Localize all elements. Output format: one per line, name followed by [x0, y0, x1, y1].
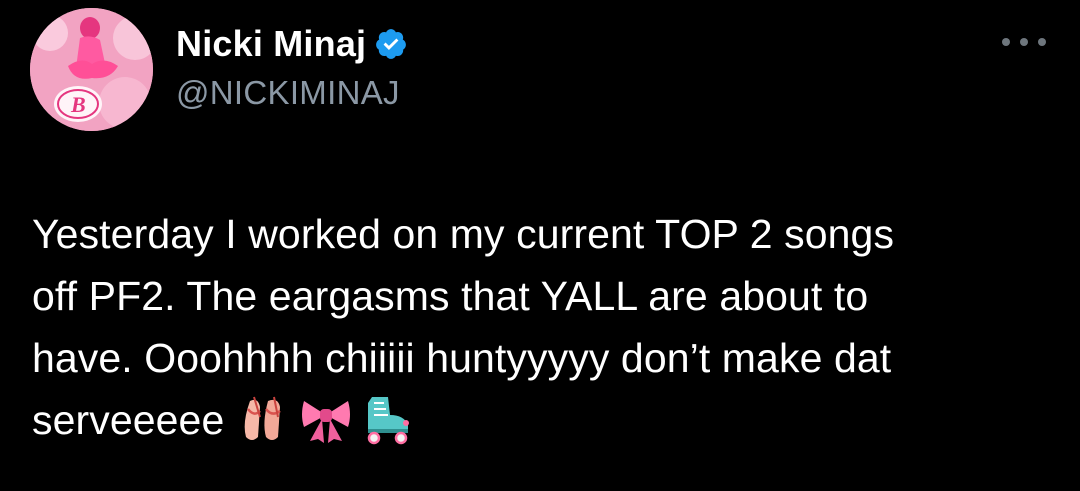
user-handle[interactable]: @NICKIMINAJ — [176, 74, 400, 112]
avatar[interactable]: B — [30, 8, 153, 131]
name-row: Nicki Minaj — [176, 22, 408, 66]
tweet-line: have. Ooohhhh chiiiii huntyyyyy don’t ma… — [32, 335, 892, 381]
more-dot — [1002, 38, 1010, 46]
roller-skate-emoji-icon — [368, 397, 410, 445]
tweet-line-last: serveeeee — [32, 389, 1052, 451]
tweet-line: off PF2. The eargasms that YALL are abou… — [32, 273, 869, 319]
ballet-shoes-emoji-icon — [245, 396, 282, 441]
more-dot — [1020, 38, 1028, 46]
more-dot — [1038, 38, 1046, 46]
ribbon-emoji-icon — [302, 401, 351, 444]
tweet-line: serveeeee — [32, 397, 225, 443]
verified-badge-icon — [376, 29, 407, 59]
tweet-card: B Nicki Minaj @NICKIMINAJ Yesterday I wo… — [0, 0, 1080, 491]
svg-text:B: B — [70, 92, 86, 117]
tweet-line: Yesterday I worked on my current TOP 2 s… — [32, 211, 895, 257]
barbie-avatar-icon: B — [30, 8, 153, 131]
more-options-icon[interactable] — [1002, 30, 1046, 54]
emoji-group — [238, 393, 414, 445]
display-name[interactable]: Nicki Minaj — [176, 23, 366, 65]
tweet-text: Yesterday I worked on my current TOP 2 s… — [32, 203, 1052, 451]
